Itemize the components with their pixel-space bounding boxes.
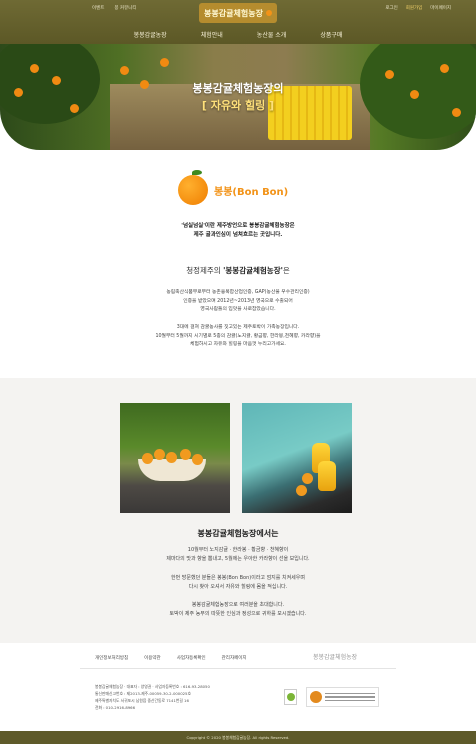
orange-fruit: [192, 454, 203, 465]
intro-heading-bold: '봉봉감귤체험농장': [223, 266, 283, 275]
admin-link[interactable]: 관리자페이지: [222, 655, 247, 661]
nav-farm[interactable]: 봉봉감귤농장: [134, 30, 167, 39]
bonbon-title: 봉봉(Bon Bon): [214, 186, 289, 198]
logo-text: 봉봉감귤체험농장: [204, 7, 263, 18]
copyright-bar: Copyright © 2020 봉봉체험감귤농장. All rights Re…: [0, 731, 476, 744]
orange-fruit: [142, 453, 153, 464]
bonbon-brand: 봉봉(Bon Bon): [178, 170, 289, 205]
paragraph-line: 3대에 걸쳐 감귤농사를 짓고있는 제주토박이 가족농장입니다.: [176, 325, 300, 330]
orange-fruit: [160, 58, 169, 67]
main-nav: 봉봉감귤농장 체험안내 농산물 소개 상품구매: [0, 30, 476, 39]
nav-shop[interactable]: 상품구매: [320, 30, 342, 39]
orange-fruit: [120, 66, 129, 75]
intro-paragraph-1: 농림축산식품부로부터 농촌융복합산업인증, GAP(농산물 우수관리인증) 인증…: [0, 289, 476, 315]
orange-fruit: [166, 452, 177, 463]
section-paragraph-1: 10월부터 노지감귤 · 한라봉 · 황금향 · 천혜향이 제마다의 맛과 향을…: [0, 546, 476, 563]
privacy-link[interactable]: 개인정보처리방침: [95, 655, 128, 661]
juice-jar: [318, 461, 336, 491]
certification-badge: [284, 689, 297, 705]
orange-fruit: [180, 449, 191, 460]
orange-fruit: [296, 485, 307, 496]
nav-products[interactable]: 농산물 소개: [257, 30, 287, 39]
footer-links: 개인정보처리방침 이용약관 사업자등록확인 관리자페이지: [95, 655, 247, 661]
footer-divider: [80, 668, 396, 669]
orange-fruit: [440, 64, 449, 73]
login-link[interactable]: 로그인: [385, 5, 397, 11]
orange-icon: [265, 10, 272, 16]
paragraph-line: 토박이 제주 농부의 따뜻한 인심과 정성으로 귀하를 모시겠습니다.: [169, 610, 307, 617]
company-info-line: 전화 : 010-2916-8966: [95, 705, 135, 710]
intro-lead: '넘실넘실'이란 제주방언으로 봉봉감귤체험농장은 제주 귤과인심이 넘쳐흐르는…: [0, 222, 476, 240]
section-paragraph-3: 봉봉감귤체험농장으로 여러분을 초대합니다. 토박이 제주 농부의 따뜻한 인심…: [0, 601, 476, 618]
event-link[interactable]: 이벤트: [92, 5, 104, 11]
orange-fruit: [385, 70, 394, 79]
paragraph-line: 체험하시고 자유와 힐링을 마음껏 누리고가세요.: [190, 342, 286, 347]
paragraph-line: 한번 방문했던 분들은 봉봉(Bon Bon)이라고 엄지를 치켜세우며: [171, 575, 305, 581]
intro-heading-suffix: 은: [282, 266, 290, 275]
intro-paragraph-2: 3대에 걸쳐 감귤농사를 짓고있는 제주토박이 가족농장입니다. 10월부터 5…: [0, 324, 476, 350]
company-info-line: 통신판매신고번호 : 제2013-제주-00059-30-2-000025호: [95, 691, 191, 696]
orange-fruit: [30, 64, 39, 73]
orange-bowl-photo: [120, 403, 230, 513]
mypage-link[interactable]: 마이페이지: [430, 5, 451, 11]
paragraph-line: 10월부터 5월까지 시기별로 5종의 감귤(노지귤, 황금향, 한라봉,천혜향…: [155, 333, 321, 339]
company-info-line: 제주특별자치도 서귀포시 남원읍 중산간동로 7141번길 16: [95, 698, 189, 703]
hero-subtitle: [ 자유와 힐링 ]: [201, 99, 275, 112]
paragraph-line: 영국사람들의 입맛을 사로잡았습니다.: [200, 307, 276, 312]
intro-lead-line: 제주 귤과인심이 넘쳐흐르는 곳입니다.: [193, 232, 283, 238]
hero-title: 봉봉감귤체험농장의: [192, 82, 284, 95]
section-paragraph-2: 한번 방문했던 분들은 봉봉(Bon Bon)이라고 엄지를 치켜세우며 다시 …: [0, 574, 476, 591]
site-header: 이벤트 봉 커뮤니티 봉봉감귤체험농장 로그인 회원가입 마이페이지 봉봉감귤농…: [0, 0, 476, 44]
utility-links-right: 로그인 회원가입 마이페이지: [385, 5, 451, 11]
terms-link[interactable]: 이용약관: [144, 655, 161, 661]
community-link[interactable]: 봉 커뮤니티: [114, 5, 136, 11]
business-info-link[interactable]: 사업자등록확인: [177, 655, 206, 661]
nav-experience[interactable]: 체험안내: [201, 30, 223, 39]
section-title: 봉봉감귤체험농장에서는: [197, 529, 279, 538]
company-info: 봉봉감귤체험농장 · 대표자 : 양영권 · 사업자등록번호 : 616-93-…: [95, 683, 210, 711]
paragraph-line: 농림축산식품부로부터 농촌융복합산업인증, GAP(농산물 우수관리인증): [166, 290, 310, 295]
intro-heading: 청정제주의 '봉봉감귤체험농장'은: [0, 265, 476, 276]
paragraph-line: 제마다의 맛과 향을 뽐내고, 5월에는 우아한 카라향이 선을 보입니다.: [166, 555, 310, 562]
paragraph-line: 10월부터 노지감귤 · 한라봉 · 황금향 · 천혜향이: [187, 547, 289, 553]
seal-icon: [310, 691, 322, 703]
citrus-jars-photo: [242, 403, 352, 513]
orange-fruit: [302, 473, 313, 484]
paragraph-line: 인증을 받았으며 2012년~2013년 영국으로 수출되어: [183, 298, 293, 304]
certification-banner: [306, 687, 379, 707]
orange-icon: [178, 170, 208, 205]
banner-text-lines: [325, 692, 375, 702]
company-info-line: 봉봉감귤체험농장 · 대표자 : 양영권 · 사업자등록번호 : 616-93-…: [95, 684, 210, 689]
signup-link[interactable]: 회원가입: [406, 5, 423, 11]
intro-lead-line: '넘실넘실'이란 제주방언으로 봉봉감귤체험농장은: [181, 223, 295, 229]
orange-fruit: [154, 449, 165, 460]
hero-banner: 봉봉감귤체험농장의 [ 자유와 힐링 ]: [0, 44, 476, 150]
footer-logo: 봉봉감귤체험농장: [313, 654, 358, 661]
intro-heading-prefix: 청정제주의: [186, 266, 224, 275]
site-logo[interactable]: 봉봉감귤체험농장: [199, 3, 277, 23]
utility-links-left: 이벤트 봉 커뮤니티: [92, 5, 137, 11]
certification-icon: [286, 693, 295, 701]
paragraph-line: 다시 찾아 오셔서 자유와 힐링에 몸을 적십니다.: [188, 583, 288, 590]
paragraph-line: 봉봉감귤체험농장으로 여러분을 초대합니다.: [191, 602, 285, 608]
